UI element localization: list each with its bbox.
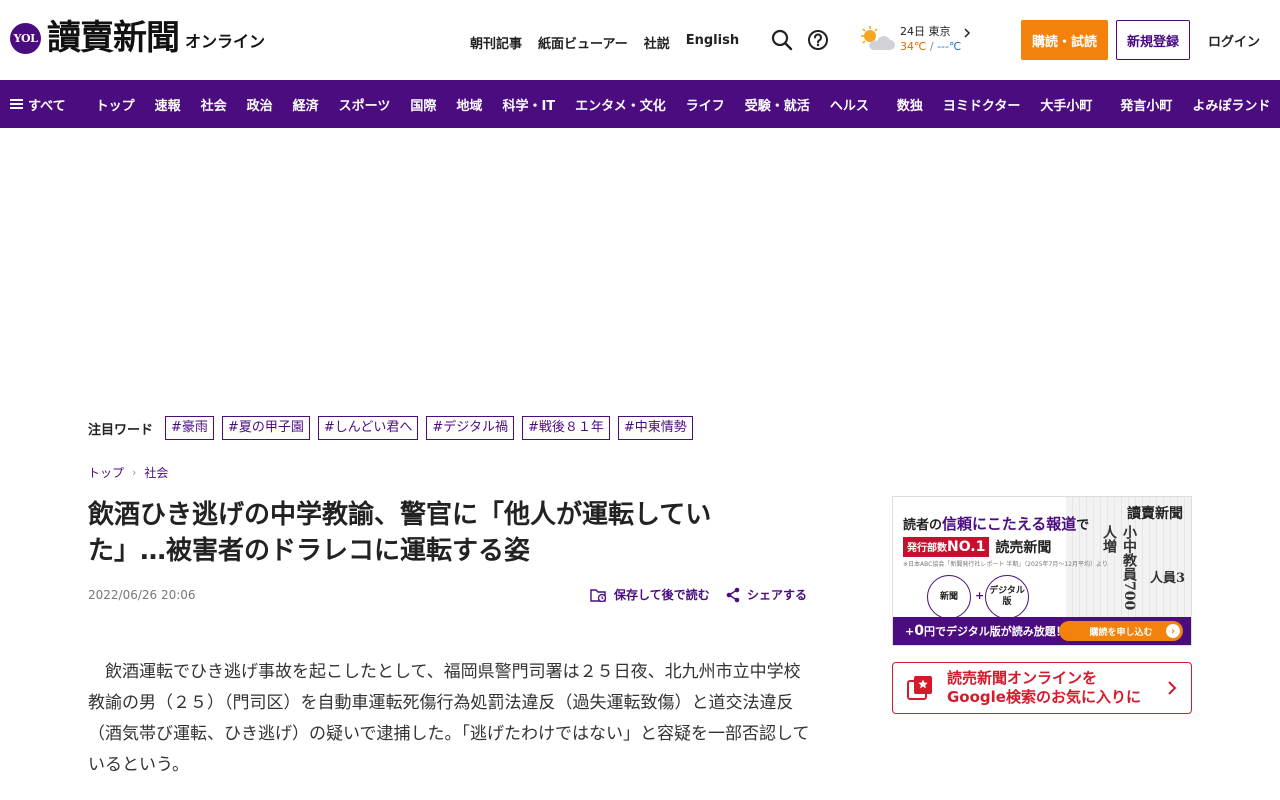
promo-bar: +0円でデジタル版が読み放題！ 購読を申し込む › (893, 617, 1191, 645)
digital-circle: デジタル版 (985, 575, 1029, 619)
article-body: 飲酒運転でひき逃げ事故を起こしたとして、福岡県警門司署は２５日夜、北九州市立中学… (88, 662, 810, 775)
promo-tagline-post: で (1076, 518, 1090, 533)
nav-item-sudoku[interactable]: 数独 (887, 95, 933, 114)
site-logo[interactable]: YOL 讀賣新聞 オンライン (10, 18, 265, 58)
nav-item-science-it[interactable]: 科学・IT (492, 95, 565, 114)
google-favorite-line1: 読売新聞オンラインを (947, 669, 1098, 687)
nav-item-economy[interactable]: 経済 (283, 95, 329, 114)
nav-item-entertainment[interactable]: エンタメ・文化 (565, 95, 676, 114)
nav-item-society[interactable]: 社会 (191, 95, 237, 114)
weather-high: 34℃ (900, 40, 927, 53)
weather-low: ---℃ (937, 40, 962, 53)
site-header: YOL 讀賣新聞 オンライン 朝刊記事 紙面ビューアー 社説 English 2… (0, 0, 1280, 80)
promo-tagline-accent: 信頼にこたえる報道 (942, 515, 1077, 533)
nav-item-breaking[interactable]: 速報 (145, 95, 191, 114)
promo-brandline: 発行部数NO.1 読売新聞 (903, 537, 1051, 557)
nav-item-politics[interactable]: 政治 (237, 95, 283, 114)
apply-subscription-button[interactable]: 購読を申し込む › (1059, 621, 1183, 641)
share-label: シェアする (747, 588, 808, 602)
weather-widget[interactable]: 24日 東京 34℃ / ---℃ (858, 24, 971, 54)
chevron-right-icon: › (1166, 624, 1180, 638)
star-bookmark-icon (907, 675, 933, 701)
no1-main: NO.1 (947, 539, 986, 555)
search-icon[interactable] (771, 29, 793, 51)
promo-note: ※日本ABC協会「新聞発行社レポート 半期」（2025年7月～12月平均）より (903, 561, 1108, 568)
subscription-promo-banner[interactable]: 讀賣新聞 小中教員700人増 人員3 読者の信頼にこたえる報道で 発行部数NO.… (892, 496, 1192, 646)
nav-item-top[interactable]: トップ (86, 95, 145, 114)
nav-item-regional[interactable]: 地域 (446, 95, 492, 114)
weather-date-place: 24日 東京 (900, 25, 951, 38)
article-title: 飲酒ひき逃げの中学教諭、警官に「他人が運転していた」…被害者のドラレコに運転する… (88, 500, 712, 566)
sun-cloud-icon (858, 24, 896, 54)
folder-clock-icon (590, 588, 607, 602)
google-favorite-banner[interactable]: 読売新聞オンラインを Google検索のお気に入りに (892, 662, 1192, 714)
chevron-right-icon (1168, 681, 1177, 695)
nav-item-exams-jobs[interactable]: 受験・就活 (735, 95, 820, 114)
main-nav: すべて トップ 速報 社会 政治 経済 スポーツ 国際 地域 科学・IT エンタ… (0, 80, 1280, 128)
link-morning-edition[interactable]: 朝刊記事 (470, 33, 522, 52)
paper-headline-secondary: 人員3 (1149, 571, 1185, 586)
paper-headline: 小中教員700人増 (1101, 525, 1137, 611)
nav-item-otekomachi[interactable]: 大手小町 (1030, 95, 1102, 114)
promo-tagline: 読者の信頼にこたえる報道で (903, 513, 1089, 534)
breadcrumb-top[interactable]: トップ (88, 464, 124, 481)
chevron-right-icon: › (132, 466, 137, 479)
google-favorite-text: 読売新聞オンラインを Google検索のお気に入りに (947, 669, 1141, 707)
yol-badge: YOL (10, 22, 41, 54)
free-num: 0 (914, 623, 924, 639)
nav-item-health[interactable]: ヘルス (820, 95, 879, 114)
circulation-no1-badge: 発行部数NO.1 (903, 537, 990, 557)
trending-tag[interactable]: #豪雨 (165, 416, 214, 440)
trending-tag[interactable]: #中東情勢 (617, 416, 693, 440)
save-for-later-button[interactable]: 保存して後で読む (590, 586, 710, 603)
nav-all-label: すべて (28, 98, 66, 114)
nav-all-menu[interactable]: すべて (0, 95, 78, 114)
nav-item-yomipo-land[interactable]: よみぽランド (1182, 95, 1280, 114)
breadcrumb-society[interactable]: 社会 (144, 464, 168, 481)
no1-prefix: 発行部数 (907, 543, 947, 554)
header-links: 朝刊記事 紙面ビューアー 社説 English (470, 33, 739, 52)
share-button[interactable]: シェアする (725, 586, 807, 603)
promo-free-text: +0円でデジタル版が読み放題！ (905, 623, 1067, 639)
nav-item-sports[interactable]: スポーツ (329, 95, 401, 114)
link-english[interactable]: English (686, 33, 739, 52)
trending-tag[interactable]: #デジタル禍 (426, 416, 514, 440)
ad-space (0, 128, 1280, 398)
article-date: 2022/06/26 20:06 (88, 588, 196, 602)
free-post: 円でデジタル版が読み放題！ (923, 625, 1067, 638)
register-button[interactable]: 新規登録 (1116, 20, 1190, 60)
google-favorite-line2: Google検索のお気に入りに (947, 688, 1141, 706)
menu-icon (10, 99, 23, 109)
link-paper-viewer[interactable]: 紙面ビューアー (538, 33, 628, 52)
nav-item-life[interactable]: ライフ (676, 95, 735, 114)
help-icon[interactable] (807, 29, 829, 51)
nav-item-international[interactable]: 国際 (400, 95, 446, 114)
logo-subtitle: オンライン (185, 32, 266, 51)
logo-text: 讀賣新聞 (47, 18, 180, 58)
weather-separator: / (929, 40, 934, 53)
breadcrumb: トップ › 社会 (88, 464, 168, 481)
save-label: 保存して後で読む (614, 588, 710, 602)
newspaper-circle: 新聞 (927, 575, 971, 619)
trending-words: 注目ワード #豪雨 #夏の甲子園 #しんどい君へ #デジタル禍 #戦後８１年 #… (88, 416, 701, 440)
promo-brand: 読売新聞 (995, 540, 1052, 556)
share-icon (726, 587, 740, 602)
nav-item-hatsugen-komachi[interactable]: 発言小町 (1110, 95, 1182, 114)
plus-sign: + (975, 589, 985, 602)
trending-label: 注目ワード (88, 422, 154, 438)
chevron-right-icon (964, 28, 971, 38)
login-button[interactable]: ログイン (1200, 20, 1268, 60)
paper-masthead: 讀賣新聞 (1127, 506, 1183, 522)
link-editorial[interactable]: 社説 (644, 33, 670, 52)
free-pre: + (905, 625, 915, 638)
subscribe-button[interactable]: 購読・試読 (1021, 20, 1108, 60)
nav-item-yomidr[interactable]: ヨミドクター (933, 95, 1030, 114)
trending-tag[interactable]: #しんどい君へ (317, 416, 419, 440)
cta-label: 購読を申し込む (1089, 627, 1153, 638)
promo-tagline-pre: 読者の (903, 518, 943, 533)
trending-tag[interactable]: #戦後８１年 (521, 416, 610, 440)
trending-tag[interactable]: #夏の甲子園 (221, 416, 310, 440)
